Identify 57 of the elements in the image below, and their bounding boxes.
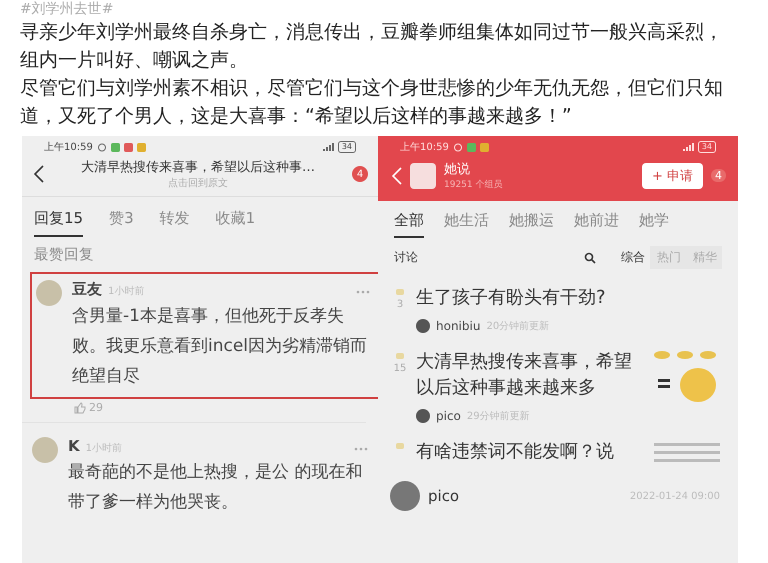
post-author: honibiu bbox=[436, 319, 480, 333]
thumbs-up-icon[interactable] bbox=[74, 402, 86, 414]
upvote-count: 15 bbox=[394, 363, 406, 374]
filter-label: 讨论 bbox=[394, 249, 418, 266]
avatar bbox=[416, 409, 430, 423]
comment-text: 含男量-1本是喜事，但他死于反孝失败。我更乐意看到incel因为劣精滞销而绝望自尽 bbox=[72, 305, 368, 388]
back-icon[interactable] bbox=[34, 165, 44, 183]
avatar bbox=[416, 319, 430, 333]
alarm-icon bbox=[452, 142, 463, 152]
back-to-post-link[interactable]: 点击回到原文 bbox=[56, 176, 340, 190]
search-icon[interactable] bbox=[584, 252, 596, 264]
signal-icon bbox=[322, 142, 334, 152]
category-tab[interactable]: 她搬运 bbox=[509, 211, 554, 238]
avatar bbox=[36, 280, 62, 306]
sort-option[interactable]: 热门 bbox=[652, 246, 686, 269]
upvote-icon bbox=[396, 289, 404, 295]
alarm-icon bbox=[96, 142, 107, 152]
comment-author: K bbox=[68, 437, 80, 455]
category-tab[interactable]: 她生活 bbox=[444, 211, 489, 238]
notification-badge: 4 bbox=[352, 166, 368, 182]
post-title[interactable]: 大清早热搜传来喜事，希望以后这种事越来越来多 bbox=[416, 349, 642, 401]
category-tab[interactable]: 她前进 bbox=[574, 211, 619, 238]
post-author: pico bbox=[428, 487, 460, 505]
post-title[interactable]: 生了孩子有盼头有干劲? bbox=[416, 285, 722, 311]
article-paragraph: 寻亲少年刘学州最终自杀身亡，消息传出，豆瓣拳师组集体如同过节一般兴高采烈，组内一片叫好、嘲讽之声。 bbox=[20, 20, 724, 73]
upvote-icon bbox=[396, 443, 404, 449]
status-time: 上午10:59 bbox=[44, 140, 93, 154]
post-title: 大清早热搜传来喜事，希望以后这种事… bbox=[80, 159, 316, 176]
section-title: 最赞回复 bbox=[33, 246, 95, 265]
comment-text: 最奇葩的不是他上热搜，是公 的现在和带了爹一样为他哭丧。 bbox=[68, 461, 364, 514]
status-time: 上午10:59 bbox=[400, 140, 449, 154]
category-tab[interactable]: 全部 bbox=[394, 211, 424, 238]
category-tab[interactable]: 她学 bbox=[639, 211, 669, 238]
battery-indicator: 34 bbox=[338, 141, 356, 153]
article-paragraph: 尽管它们与刘学州素不相识，尽管它们与这个身世悲惨的少年无仇无怨，但它们只知道，又死了个男人，这是大喜事：“希望以后这样的事越来越多！” bbox=[20, 76, 724, 129]
apply-button[interactable]: + 申请 bbox=[642, 162, 703, 188]
signal-icon bbox=[682, 142, 694, 152]
comment-author: 豆友 bbox=[72, 280, 102, 299]
sort-option[interactable]: 精华 bbox=[688, 246, 722, 269]
reply-tab[interactable]: 赞3 bbox=[109, 209, 134, 237]
reply-tab[interactable]: 收藏1 bbox=[216, 209, 256, 237]
post-author: pico bbox=[436, 409, 461, 423]
reply-tab[interactable]: 转发 bbox=[160, 209, 190, 237]
sort-option[interactable]: 综合 bbox=[616, 246, 650, 269]
avatar bbox=[390, 481, 420, 511]
battery-indicator: 34 bbox=[698, 141, 716, 153]
like-count: 29 bbox=[89, 401, 103, 414]
avatar bbox=[32, 437, 58, 463]
group-name: 她说 bbox=[444, 161, 471, 178]
group-logo bbox=[410, 162, 436, 188]
upvote-count: 3 bbox=[396, 299, 404, 310]
member-count: 19251 个组员 bbox=[444, 178, 502, 191]
reply-tab[interactable]: 回复15 bbox=[34, 209, 84, 237]
notification-badge: 4 bbox=[711, 169, 726, 182]
hashtag-link[interactable]: #刘学州去世# bbox=[20, 0, 726, 18]
post-title[interactable]: 有啥违禁词不能发啊？说 bbox=[416, 439, 642, 465]
upvote-icon bbox=[396, 353, 404, 359]
